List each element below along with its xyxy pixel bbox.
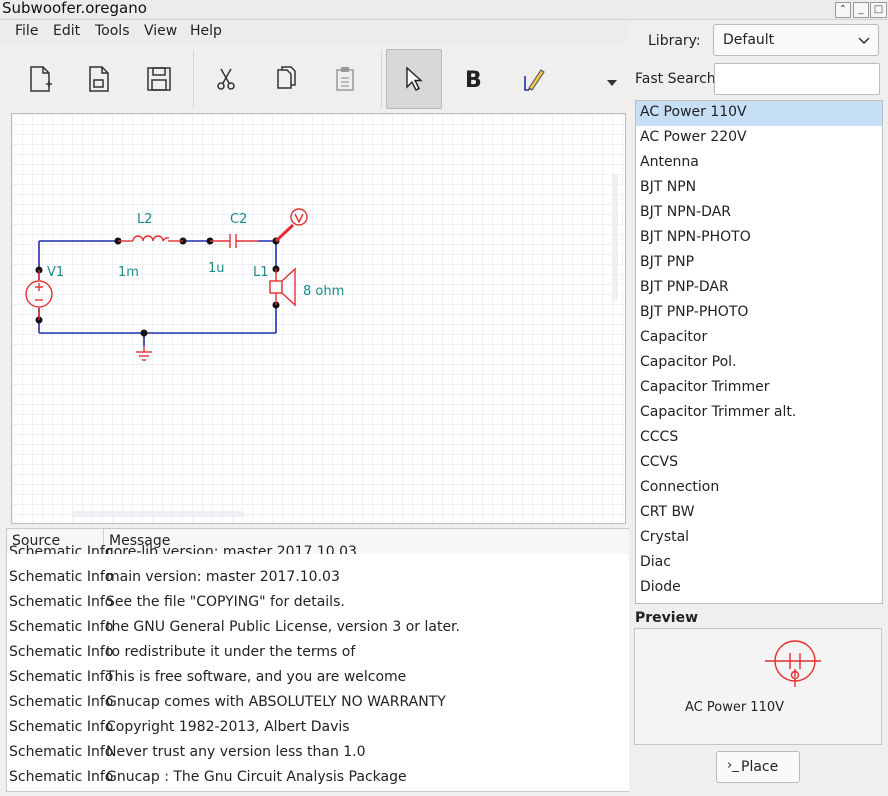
list-item[interactable]: Diode bbox=[636, 576, 882, 601]
bold-text-icon: B bbox=[465, 68, 482, 92]
fast-search-input[interactable] bbox=[714, 63, 880, 95]
select-tool-button[interactable] bbox=[386, 49, 442, 109]
copy-icon bbox=[277, 66, 296, 89]
keep-above-button[interactable]: ⌃ bbox=[835, 2, 851, 18]
new-file-icon bbox=[30, 66, 52, 92]
log-row[interactable]: Schematic Info to redistribute it under t… bbox=[7, 641, 629, 666]
copy-button[interactable] bbox=[259, 50, 311, 108]
label-l2: L2 bbox=[137, 212, 153, 227]
inductor-l2-symbol bbox=[118, 235, 183, 242]
cut-button[interactable] bbox=[200, 50, 252, 108]
list-item[interactable]: CCVS bbox=[636, 451, 882, 476]
schematic-canvas[interactable]: L2 1m C2 1u V1 L1 8 ohm bbox=[11, 113, 626, 524]
list-item[interactable]: Connection bbox=[636, 476, 882, 501]
library-label: Library: bbox=[648, 33, 701, 49]
chevron-down-icon bbox=[858, 37, 870, 45]
open-file-button[interactable] bbox=[73, 50, 125, 108]
pointer-icon bbox=[406, 66, 423, 91]
text-tool-button[interactable]: B bbox=[447, 50, 499, 108]
speaker-l1-symbol bbox=[269, 267, 296, 307]
log-row[interactable]: Schematic Info Never trust any version le… bbox=[7, 741, 629, 766]
list-item[interactable]: BJT PNP-DAR bbox=[636, 276, 882, 301]
log-row[interactable]: Schematic Info Gnucap comes with ABSOLUTE… bbox=[7, 691, 629, 716]
paste-button[interactable] bbox=[319, 50, 371, 108]
list-item[interactable]: BJT PNP bbox=[636, 251, 882, 276]
log-row[interactable]: Schematic Info the GNU General Public Lic… bbox=[7, 616, 629, 641]
cut-icon bbox=[217, 68, 235, 90]
menu-bar: File Edit Tools View Help bbox=[0, 20, 628, 44]
preview-caption: AC Power 110V bbox=[685, 700, 785, 715]
log-row[interactable]: Schematic Info Gnucap : The Gnu Circuit A… bbox=[7, 766, 629, 791]
list-item[interactable]: CCCS bbox=[636, 426, 882, 451]
chevron-down-icon[interactable] bbox=[606, 75, 618, 91]
list-item[interactable]: Capacitor bbox=[636, 326, 882, 351]
list-item[interactable]: CRT BW bbox=[636, 501, 882, 526]
label-l1-value: 8 ohm bbox=[303, 284, 344, 299]
list-item[interactable]: Diac bbox=[636, 551, 882, 576]
title-bar: Subwoofer.oregano ⌃ _ □ bbox=[0, 0, 888, 20]
part-preview: AC Power 110V bbox=[634, 628, 882, 745]
list-item[interactable]: Capacitor Trimmer alt. bbox=[636, 401, 882, 426]
message-log: Source Message Schematic Info core-lib v… bbox=[6, 528, 630, 792]
horizontal-scrollbar[interactable] bbox=[72, 511, 245, 517]
voltmeter-probe-symbol bbox=[274, 208, 308, 243]
list-item[interactable]: BJT NPN-PHOTO bbox=[636, 226, 882, 251]
menu-help[interactable]: Help bbox=[190, 23, 222, 39]
log-row[interactable]: Schematic Info core-lib version: master … bbox=[7, 541, 629, 555]
minimize-button[interactable]: _ bbox=[853, 2, 869, 18]
log-row[interactable]: Schematic Info main version: master 2017.… bbox=[7, 566, 629, 591]
svg-text:B: B bbox=[465, 68, 482, 92]
toolbar: B bbox=[0, 44, 628, 112]
list-item[interactable]: Capacitor Pol. bbox=[636, 351, 882, 376]
list-item[interactable]: AC Power 110V bbox=[636, 101, 882, 126]
menu-file[interactable]: File bbox=[15, 23, 38, 39]
log-row[interactable]: Schematic Info This is free software, and… bbox=[7, 666, 629, 691]
log-header-shadow bbox=[7, 554, 629, 566]
label-l2-value: 1m bbox=[118, 265, 139, 280]
menu-edit[interactable]: Edit bbox=[53, 23, 80, 39]
pencil-icon bbox=[524, 69, 545, 91]
list-item[interactable]: BJT NPN bbox=[636, 176, 882, 201]
list-item[interactable]: Crystal bbox=[636, 526, 882, 551]
label-v1: V1 bbox=[47, 265, 64, 280]
ground-symbol bbox=[136, 346, 152, 361]
junctions bbox=[35, 237, 280, 337]
place-button-label: Place bbox=[741, 759, 779, 775]
toolbar-separator bbox=[381, 50, 382, 108]
library-panel: Library: Default Fast Search: AC Power 1… bbox=[629, 20, 888, 796]
preview-heading: Preview bbox=[635, 610, 699, 626]
list-item[interactable]: BJT NPN-DAR bbox=[636, 201, 882, 226]
label-c2-value: 1u bbox=[208, 261, 225, 276]
capacitor-c2-symbol bbox=[210, 234, 258, 248]
save-icon bbox=[147, 67, 171, 91]
open-file-icon bbox=[89, 66, 109, 92]
terminal-icon: ›_ bbox=[727, 758, 739, 773]
paste-icon bbox=[336, 67, 354, 91]
toolbar-separator bbox=[193, 50, 194, 108]
log-row[interactable]: Schematic Info Copyright 1982-2013, Alber… bbox=[7, 716, 629, 741]
window-title: Subwoofer.oregano bbox=[2, 0, 147, 17]
place-button[interactable]: ›_ Place bbox=[716, 751, 800, 783]
log-row[interactable]: Schematic Info See the file "COPYING" for… bbox=[7, 591, 629, 616]
list-item[interactable]: BJT PNP-PHOTO bbox=[636, 301, 882, 326]
save-button[interactable] bbox=[133, 50, 185, 108]
menu-view[interactable]: View bbox=[144, 23, 177, 39]
label-c2: C2 bbox=[230, 212, 247, 227]
label-l1: L1 bbox=[253, 265, 269, 280]
part-list[interactable]: AC Power 110V AC Power 220V Antenna BJT … bbox=[635, 100, 883, 604]
ac-power-preview-icon bbox=[765, 640, 821, 687]
menu-tools[interactable]: Tools bbox=[95, 23, 130, 39]
list-item[interactable]: Antenna bbox=[636, 151, 882, 176]
library-select[interactable]: Default bbox=[713, 24, 879, 56]
maximize-button[interactable]: □ bbox=[870, 2, 887, 18]
schematic-drawing: L2 1m C2 1u V1 L1 8 ohm bbox=[25, 208, 344, 361]
list-item[interactable]: Capacitor Trimmer bbox=[636, 376, 882, 401]
wires bbox=[38, 240, 277, 346]
fast-search-label: Fast Search: bbox=[635, 71, 721, 87]
wire-tool-button[interactable] bbox=[507, 50, 559, 108]
new-file-button[interactable] bbox=[14, 50, 66, 108]
list-item[interactable]: AC Power 220V bbox=[636, 126, 882, 151]
vertical-scrollbar[interactable] bbox=[612, 174, 618, 300]
